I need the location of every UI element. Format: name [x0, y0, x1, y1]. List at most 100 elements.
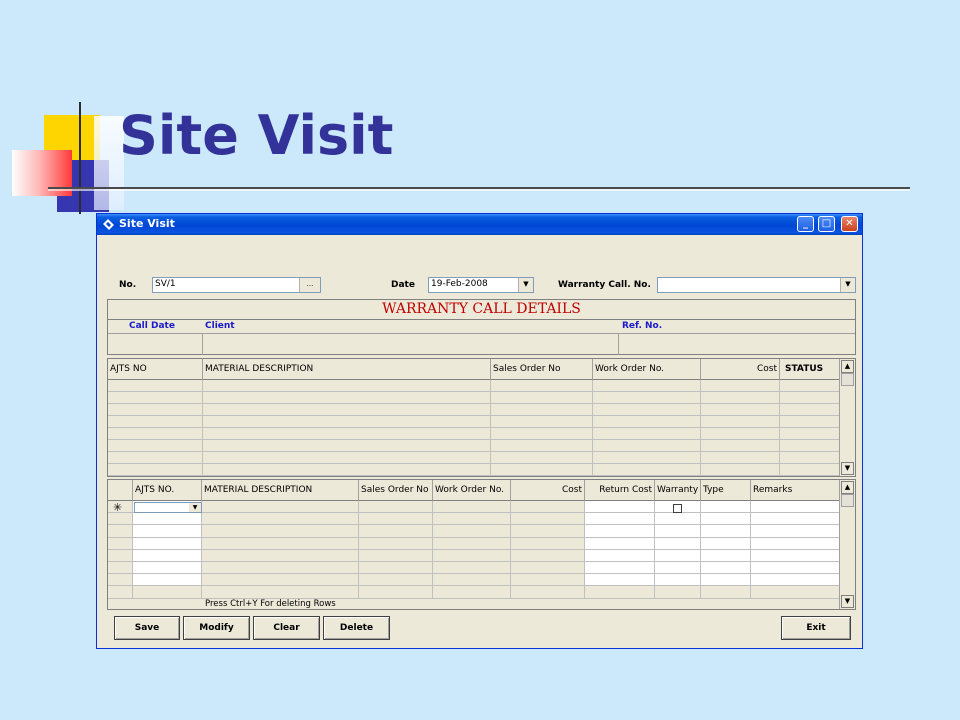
exit-button[interactable]: Exit — [781, 616, 851, 640]
grid-cell[interactable] — [585, 549, 655, 562]
grid-cell[interactable] — [108, 380, 203, 392]
grid-cell[interactable] — [133, 513, 202, 526]
grid-cell[interactable] — [701, 574, 751, 587]
grid-cell[interactable] — [133, 549, 202, 562]
grid-cell[interactable] — [751, 513, 840, 526]
grid-cell[interactable] — [433, 562, 511, 575]
grid-cell[interactable] — [359, 574, 433, 587]
grid-cell[interactable] — [491, 416, 593, 428]
grid-cell[interactable] — [203, 428, 491, 440]
grid-cell[interactable] — [701, 525, 751, 538]
grid-cell[interactable] — [701, 440, 780, 452]
grid-cell[interactable] — [585, 537, 655, 550]
grid-cell[interactable] — [655, 549, 701, 562]
scroll-down-button[interactable]: ▼ — [841, 462, 854, 475]
grid-cell[interactable] — [359, 513, 433, 526]
date-field[interactable]: 19-Feb-2008 ▼ — [428, 277, 534, 293]
grid-cell[interactable] — [203, 416, 491, 428]
grid-cell[interactable] — [203, 452, 491, 464]
grid-cell[interactable] — [585, 513, 655, 526]
scroll-thumb[interactable] — [841, 494, 854, 507]
grid-cell[interactable] — [780, 440, 840, 452]
grid-cell[interactable] — [780, 416, 840, 428]
grid-cell[interactable] — [593, 464, 701, 476]
grid-cell[interactable] — [133, 562, 202, 575]
no-field[interactable]: SV/1 ... — [152, 277, 321, 293]
grid-cell[interactable] — [202, 501, 359, 514]
grid-cell[interactable] — [491, 440, 593, 452]
grid-cell[interactable] — [203, 380, 491, 392]
lower-grid-scrollbar[interactable]: ▲ ▼ — [839, 480, 855, 609]
close-button[interactable]: ✕ — [841, 216, 858, 232]
grid-cell[interactable] — [491, 392, 593, 404]
grid-cell[interactable] — [701, 404, 780, 416]
grid-cell[interactable] — [202, 513, 359, 526]
grid-cell[interactable] — [593, 440, 701, 452]
grid-cell[interactable] — [511, 513, 585, 526]
grid-cell[interactable] — [701, 428, 780, 440]
grid-cell[interactable] — [511, 501, 585, 514]
grid-cell[interactable] — [203, 464, 491, 476]
grid-cell[interactable] — [433, 549, 511, 562]
upper-grid-scrollbar[interactable]: ▲ ▼ — [839, 359, 855, 476]
grid-cell[interactable] — [108, 562, 133, 575]
grid-cell[interactable] — [108, 464, 203, 476]
grid-cell[interactable] — [701, 416, 780, 428]
grid-cell[interactable] — [701, 464, 780, 476]
grid-cell[interactable] — [655, 586, 701, 599]
grid-cell[interactable] — [433, 513, 511, 526]
grid-cell[interactable] — [108, 525, 133, 538]
maximize-button[interactable]: □ — [818, 216, 835, 232]
scroll-up-button[interactable]: ▲ — [841, 481, 854, 494]
grid-cell[interactable] — [701, 392, 780, 404]
grid-cell[interactable] — [701, 586, 751, 599]
grid-cell[interactable] — [108, 428, 203, 440]
grid-cell[interactable] — [751, 586, 840, 599]
clear-button[interactable]: Clear — [253, 616, 320, 640]
grid-cell[interactable] — [133, 586, 202, 599]
grid-cell[interactable] — [491, 464, 593, 476]
grid-cell[interactable] — [108, 392, 203, 404]
grid-cell[interactable] — [433, 586, 511, 599]
grid-cell[interactable] — [751, 501, 840, 514]
grid-cell[interactable] — [701, 380, 780, 392]
grid-cell[interactable] — [751, 562, 840, 575]
grid-cell[interactable] — [133, 574, 202, 587]
grid-cell[interactable] — [491, 452, 593, 464]
grid-cell[interactable] — [491, 404, 593, 416]
scroll-down-button[interactable]: ▼ — [841, 595, 854, 608]
minimize-button[interactable]: _ — [797, 216, 814, 232]
grid-cell[interactable] — [780, 404, 840, 416]
warranty-call-dropdown-button[interactable]: ▼ — [840, 278, 855, 292]
grid-cell[interactable] — [359, 549, 433, 562]
grid-cell[interactable] — [593, 392, 701, 404]
grid-cell[interactable] — [751, 525, 840, 538]
warranty-checkbox[interactable] — [673, 504, 682, 513]
grid-cell[interactable] — [108, 513, 133, 526]
ajts-no-dropdown[interactable]: ▼ — [134, 502, 202, 513]
grid-cell[interactable] — [701, 549, 751, 562]
grid-cell[interactable] — [655, 525, 701, 538]
grid-cell[interactable] — [491, 380, 593, 392]
grid-cell[interactable] — [511, 537, 585, 550]
window-titlebar[interactable]: Site Visit _ □ ✕ — [97, 214, 862, 235]
grid-cell[interactable] — [585, 586, 655, 599]
grid-cell[interactable] — [203, 392, 491, 404]
grid-cell[interactable] — [655, 537, 701, 550]
grid-cell[interactable] — [593, 404, 701, 416]
grid-cell[interactable] — [511, 562, 585, 575]
grid-cell[interactable] — [751, 574, 840, 587]
grid-cell[interactable] — [108, 416, 203, 428]
grid-cell[interactable] — [108, 537, 133, 550]
grid-cell[interactable] — [511, 574, 585, 587]
grid-cell[interactable] — [780, 452, 840, 464]
grid-cell[interactable] — [202, 549, 359, 562]
grid-cell[interactable] — [593, 452, 701, 464]
grid-cell[interactable] — [701, 562, 751, 575]
grid-cell[interactable] — [202, 586, 359, 599]
grid-cell[interactable] — [585, 562, 655, 575]
grid-cell[interactable] — [433, 574, 511, 587]
ajts-no-dropdown-button[interactable]: ▼ — [189, 503, 201, 512]
grid-cell[interactable] — [780, 464, 840, 476]
grid-cell[interactable] — [433, 501, 511, 514]
